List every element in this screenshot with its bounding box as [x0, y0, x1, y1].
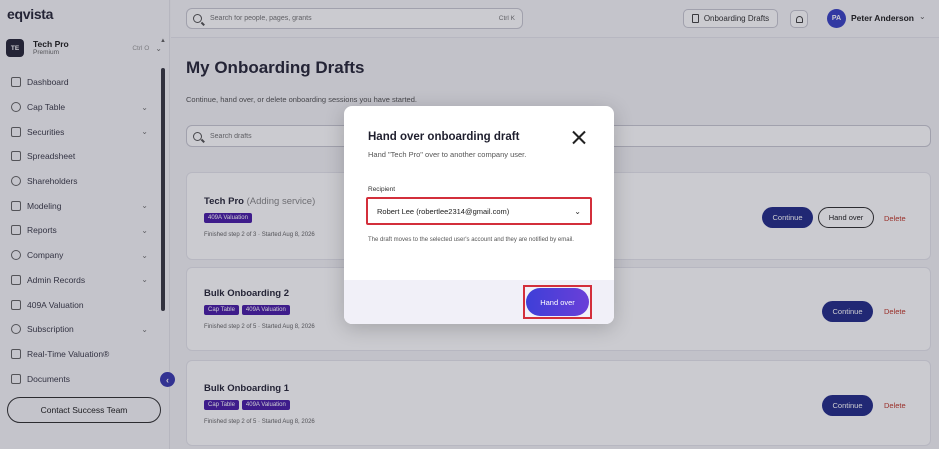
- dialog-helper-text: The draft moves to the selected user's a…: [368, 237, 574, 243]
- recipient-label: Recipient: [368, 186, 396, 193]
- recipient-select[interactable]: Robert Lee (robertlee2314@gmail.com) ⌄: [366, 197, 592, 225]
- recipient-value: Robert Lee (robertlee2314@gmail.com): [377, 206, 510, 216]
- chevron-down-icon: ⌄: [574, 206, 581, 216]
- close-icon[interactable]: [572, 130, 586, 144]
- hand-over-dialog: Hand over onboarding draft Hand "Tech Pr…: [344, 106, 614, 324]
- hand-over-submit-button[interactable]: Hand over: [526, 288, 589, 316]
- dialog-subtitle: Hand "Tech Pro" over to another company …: [368, 150, 527, 159]
- dialog-title: Hand over onboarding draft: [368, 131, 520, 143]
